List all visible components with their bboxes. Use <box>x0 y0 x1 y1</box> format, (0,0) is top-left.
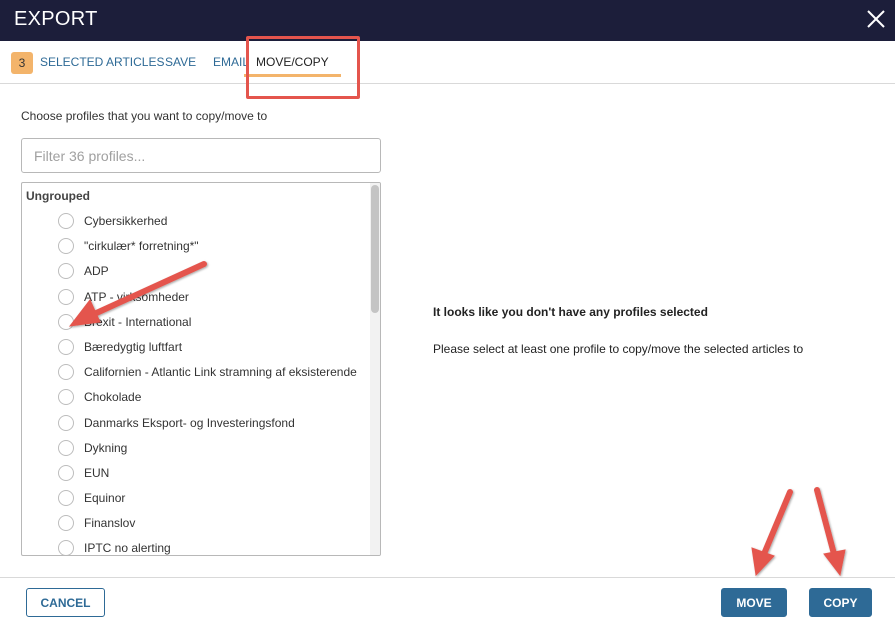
arrow-to-copy <box>814 487 846 577</box>
profile-item[interactable]: Danmarks Eksport- og Investeringsfond <box>22 411 370 436</box>
profile-label: Chokolade <box>84 390 142 405</box>
profile-item[interactable]: EUN <box>22 461 370 486</box>
profile-label: ADP <box>84 264 109 279</box>
profile-item[interactable]: Equinor <box>22 486 370 511</box>
dialog-title: EXPORT <box>14 8 98 30</box>
profile-radio[interactable] <box>58 414 74 431</box>
profile-label: Brexit - International <box>84 314 192 329</box>
profile-label: ATP - virksomheder <box>84 289 189 304</box>
profile-radio[interactable] <box>58 389 74 406</box>
active-tab-underline <box>244 74 341 77</box>
dialog-footer: CANCEL MOVE COPY <box>0 577 895 625</box>
profile-label: IPTC no alerting <box>84 541 171 556</box>
profile-prompt: Choose profiles that you want to copy/mo… <box>21 109 268 123</box>
tab-move-copy[interactable]: MOVE/COPY <box>244 41 341 83</box>
profile-radio[interactable] <box>58 213 74 229</box>
profile-label: Californien - Atlantic Link stramning af… <box>84 365 357 380</box>
profile-item[interactable]: Californien - Atlantic Link stramning af… <box>22 360 370 385</box>
no-selection-title: It looks like you don't have any profile… <box>433 305 708 319</box>
profile-filter-input[interactable] <box>21 138 381 173</box>
profile-radio[interactable] <box>58 238 74 255</box>
list-scrollbar[interactable] <box>370 183 380 555</box>
copy-button[interactable]: COPY <box>809 588 872 617</box>
tab-bar: 3 SELECTED ARTICLES SAVE EMAIL MOVE/COPY <box>0 41 895 84</box>
profile-radio[interactable] <box>58 263 74 280</box>
profile-label: "cirkulær* forretning*" <box>84 239 199 254</box>
profile-label: Finanslov <box>84 516 136 531</box>
profile-label: Equinor <box>84 491 126 506</box>
profile-label: Bæredygtig luftfart <box>84 339 183 354</box>
profile-item[interactable]: Finanslov <box>22 511 370 536</box>
profile-item[interactable]: Bæredygtig luftfart <box>22 335 370 360</box>
profile-radio[interactable] <box>58 540 74 555</box>
profile-radio[interactable] <box>58 515 74 532</box>
no-selection-hint: Please select at least one profile to co… <box>433 342 804 356</box>
profile-item[interactable]: IPTC no alerting <box>22 536 370 556</box>
profile-radio[interactable] <box>58 288 74 305</box>
profile-radio[interactable] <box>58 464 74 481</box>
profile-label: Dykning <box>84 440 128 455</box>
selected-count-badge: 3 <box>11 52 33 74</box>
profile-item[interactable]: Cybersikkerhed <box>22 209 370 234</box>
profile-item[interactable]: Dykning <box>22 436 370 461</box>
profile-label: Danmarks Eksport- og Investeringsfond <box>84 415 295 430</box>
profile-radio[interactable] <box>58 439 74 456</box>
profile-item[interactable]: ADP <box>22 259 370 284</box>
group-label: Ungrouped <box>26 189 90 203</box>
tab-save[interactable]: SAVE <box>165 41 196 83</box>
scrollbar-thumb[interactable] <box>371 185 379 313</box>
tab-selected-articles[interactable]: SELECTED ARTICLES <box>40 41 165 83</box>
profile-item[interactable]: "cirkulær* forretning*" <box>22 234 370 259</box>
profile-radio[interactable] <box>58 338 74 355</box>
profile-list[interactable]: Ungrouped Cybersikkerhed "cirkulær* forre… <box>21 182 381 556</box>
profile-radio[interactable] <box>58 364 74 381</box>
profile-items: Cybersikkerhed "cirkulær* forretning*" ADP… <box>22 209 370 556</box>
dialog-header: EXPORT <box>0 0 895 41</box>
arrow-to-move <box>751 489 793 577</box>
profile-item[interactable]: Brexit - International <box>22 310 370 335</box>
close-icon[interactable] <box>865 8 887 30</box>
profile-radio[interactable] <box>58 490 74 507</box>
profile-item[interactable]: ATP - virksomheder <box>22 285 370 310</box>
profile-label: Cybersikkerhed <box>84 214 168 228</box>
profile-label: EUN <box>84 465 110 480</box>
move-button[interactable]: MOVE <box>721 588 787 617</box>
profile-item[interactable]: Chokolade <box>22 385 370 410</box>
profile-radio[interactable] <box>58 313 74 330</box>
cancel-button[interactable]: CANCEL <box>26 588 105 617</box>
tab-move-copy-label: MOVE/COPY <box>256 55 329 69</box>
